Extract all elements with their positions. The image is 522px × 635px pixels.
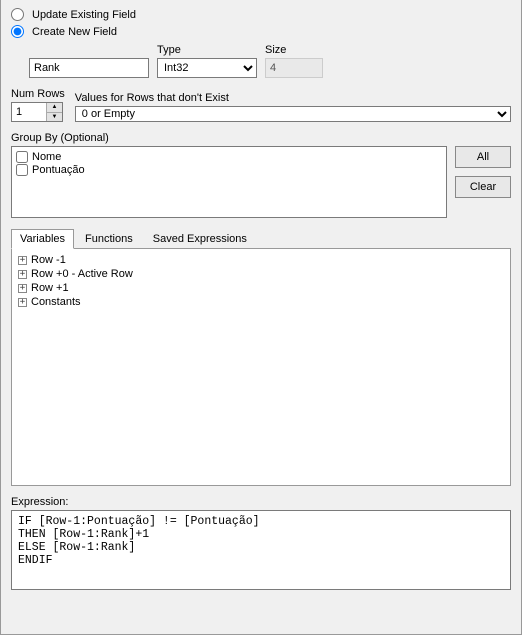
group-by-list: Nome Pontuação xyxy=(11,146,447,218)
num-rows-label: Num Rows xyxy=(11,88,65,100)
group-by-item[interactable]: Nome xyxy=(16,151,442,163)
group-by-checkbox[interactable] xyxy=(16,151,28,163)
create-new-radio[interactable] xyxy=(11,25,24,38)
create-new-label: Create New Field xyxy=(32,26,117,38)
group-by-item[interactable]: Pontuação xyxy=(16,164,442,176)
tab-functions[interactable]: Functions xyxy=(76,229,142,249)
spinner-up-icon[interactable]: ▲ xyxy=(47,103,62,113)
group-by-label: Group By (Optional) xyxy=(11,132,511,144)
expand-icon[interactable]: + xyxy=(18,298,27,307)
expression-tabs: Variables Functions Saved Expressions xyxy=(11,228,511,249)
tree-item[interactable]: + Constants xyxy=(14,295,508,309)
tree-item-label: Row +1 xyxy=(31,281,69,295)
group-by-item-label: Nome xyxy=(32,151,61,163)
update-existing-field-option[interactable]: Update Existing Field xyxy=(11,8,511,21)
expression-label: Expression: xyxy=(11,496,511,508)
update-existing-radio[interactable] xyxy=(11,8,24,21)
values-missing-label: Values for Rows that don't Exist xyxy=(75,92,511,104)
expand-icon[interactable]: + xyxy=(18,270,27,279)
values-missing-select[interactable]: 0 or Empty xyxy=(75,106,511,122)
num-rows-spinner[interactable]: ▲ ▼ xyxy=(11,102,63,122)
tree-item-label: Constants xyxy=(31,295,81,309)
tree-item-label: Row -1 xyxy=(31,253,66,267)
expand-icon[interactable]: + xyxy=(18,256,27,265)
tab-variables[interactable]: Variables xyxy=(11,229,74,249)
update-existing-label: Update Existing Field xyxy=(32,9,136,21)
num-rows-input[interactable] xyxy=(12,103,46,121)
all-button[interactable]: All xyxy=(455,146,511,168)
create-new-field-option[interactable]: Create New Field xyxy=(11,25,511,38)
variables-tree: + Row -1 + Row +0 - Active Row + Row +1 … xyxy=(11,248,511,486)
expression-editor[interactable]: IF [Row-1:Pontuação] != [Pontuação] THEN… xyxy=(11,510,511,590)
group-by-checkbox[interactable] xyxy=(16,164,28,176)
tree-item[interactable]: + Row +1 xyxy=(14,281,508,295)
field-name-input[interactable] xyxy=(29,58,149,78)
clear-button[interactable]: Clear xyxy=(455,176,511,198)
size-input xyxy=(265,58,323,78)
tab-saved-expressions[interactable]: Saved Expressions xyxy=(144,229,256,249)
tree-item[interactable]: + Row -1 xyxy=(14,253,508,267)
size-label: Size xyxy=(265,44,323,56)
tree-item[interactable]: + Row +0 - Active Row xyxy=(14,267,508,281)
group-by-item-label: Pontuação xyxy=(32,164,85,176)
tool-config-panel: Update Existing Field Create New Field T… xyxy=(0,0,522,635)
tree-item-label: Row +0 - Active Row xyxy=(31,267,133,281)
expand-icon[interactable]: + xyxy=(18,284,27,293)
type-label: Type xyxy=(157,44,257,56)
type-select[interactable]: Int32 xyxy=(157,58,257,78)
spinner-down-icon[interactable]: ▼ xyxy=(47,113,62,122)
